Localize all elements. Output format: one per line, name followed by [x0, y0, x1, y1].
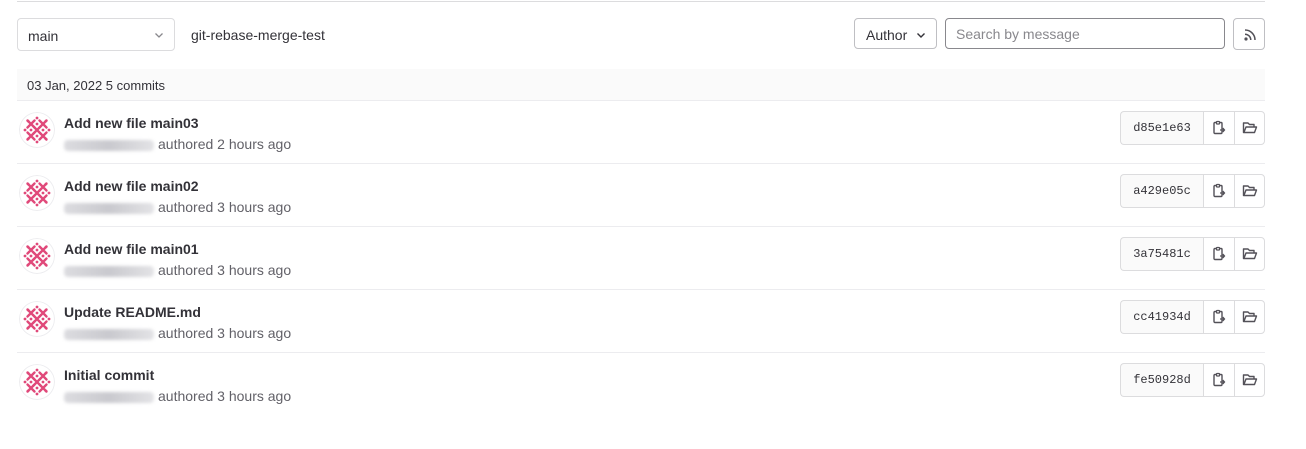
browse-files-button[interactable]	[1234, 300, 1265, 334]
commit-title[interactable]: Add new file main03	[64, 115, 199, 131]
commit-authored-time: authored 2 hours ago	[158, 136, 292, 152]
commit-day-header: 03 Jan, 2022 5 commits	[17, 69, 1265, 101]
rss-feed-button[interactable]	[1233, 18, 1265, 50]
author-dropdown-label: Author	[866, 27, 908, 43]
author-name-redacted[interactable]	[64, 391, 154, 403]
browse-files-button[interactable]	[1234, 237, 1265, 271]
commit-sha-button[interactable]: cc41934d	[1120, 300, 1203, 334]
commit-meta: authored 3 hours ago	[64, 262, 291, 278]
copy-sha-button[interactable]	[1203, 363, 1234, 397]
copy-icon	[1213, 183, 1226, 198]
search-input[interactable]	[945, 18, 1225, 49]
commit-meta: authored 3 hours ago	[64, 325, 291, 341]
copy-icon	[1213, 372, 1226, 387]
commit-actions: a429e05c	[1120, 174, 1265, 208]
folder-open-icon	[1242, 185, 1257, 197]
copy-sha-button[interactable]	[1203, 300, 1234, 334]
commit-authored-time: authored 3 hours ago	[158, 325, 292, 341]
copy-sha-button[interactable]	[1203, 237, 1234, 271]
commit-row: Initial commit authored 3 hours ago fe50…	[17, 353, 1265, 416]
commit-title[interactable]: Add new file main01	[64, 241, 199, 257]
author-name-redacted[interactable]	[64, 265, 154, 277]
branch-select[interactable]: main	[17, 18, 175, 51]
commit-sha-button[interactable]: a429e05c	[1120, 174, 1203, 208]
commit-row: Add new file main01 authored 3 hours ago…	[17, 227, 1265, 290]
copy-icon	[1213, 246, 1226, 261]
commit-authored-time: authored 3 hours ago	[158, 199, 292, 215]
author-name-redacted[interactable]	[64, 328, 154, 340]
copy-icon	[1213, 120, 1226, 135]
author-avatar[interactable]	[19, 112, 55, 148]
commit-meta: authored 2 hours ago	[64, 136, 291, 152]
commit-actions: d85e1e63	[1120, 111, 1265, 145]
author-avatar[interactable]	[19, 301, 55, 337]
commit-title[interactable]: Add new file main02	[64, 178, 199, 194]
author-dropdown[interactable]: Author	[854, 18, 937, 49]
commit-actions: 3a75481c	[1120, 237, 1265, 271]
copy-sha-button[interactable]	[1203, 111, 1234, 145]
folder-open-icon	[1242, 122, 1257, 134]
commit-list: Add new file main03 authored 2 hours ago…	[17, 101, 1265, 416]
commit-day-label: 03 Jan, 2022 5 commits	[27, 78, 166, 93]
folder-open-icon	[1242, 311, 1257, 323]
commit-sha-button[interactable]: fe50928d	[1120, 363, 1203, 397]
commit-authored-time: authored 3 hours ago	[158, 262, 292, 278]
commit-meta: authored 3 hours ago	[64, 388, 291, 404]
folder-open-icon	[1242, 248, 1257, 260]
author-avatar[interactable]	[19, 364, 55, 400]
chevron-down-icon	[917, 33, 925, 38]
browse-files-button[interactable]	[1234, 363, 1265, 397]
commit-row: Update README.md authored 3 hours ago cc…	[17, 290, 1265, 353]
commit-sha-button[interactable]: d85e1e63	[1120, 111, 1203, 145]
commits-page: main git-rebase-merge-test Author 03 Jan…	[0, 0, 1306, 449]
branch-select-label: main	[28, 28, 59, 44]
top-divider	[17, 1, 1265, 2]
author-avatar[interactable]	[19, 238, 55, 274]
commit-row: Add new file main03 authored 2 hours ago…	[17, 101, 1265, 164]
copy-sha-button[interactable]	[1203, 174, 1234, 208]
copy-icon	[1213, 309, 1226, 324]
commits-toolbar: main git-rebase-merge-test Author	[17, 18, 1265, 53]
commit-meta: authored 3 hours ago	[64, 199, 291, 215]
author-name-redacted[interactable]	[64, 139, 154, 151]
author-avatar[interactable]	[19, 175, 55, 211]
author-name-redacted[interactable]	[64, 202, 154, 214]
commit-actions: fe50928d	[1120, 363, 1265, 397]
commit-sha-button[interactable]: 3a75481c	[1120, 237, 1203, 271]
commit-row: Add new file main02 authored 3 hours ago…	[17, 164, 1265, 227]
rss-icon	[1244, 29, 1256, 41]
commit-title[interactable]: Initial commit	[64, 367, 154, 383]
commit-actions: cc41934d	[1120, 300, 1265, 334]
folder-open-icon	[1242, 374, 1257, 386]
chevron-down-icon	[155, 33, 163, 38]
project-name: git-rebase-merge-test	[191, 27, 325, 43]
browse-files-button[interactable]	[1234, 174, 1265, 208]
commit-title[interactable]: Update README.md	[64, 304, 201, 320]
browse-files-button[interactable]	[1234, 111, 1265, 145]
commit-authored-time: authored 3 hours ago	[158, 388, 292, 404]
